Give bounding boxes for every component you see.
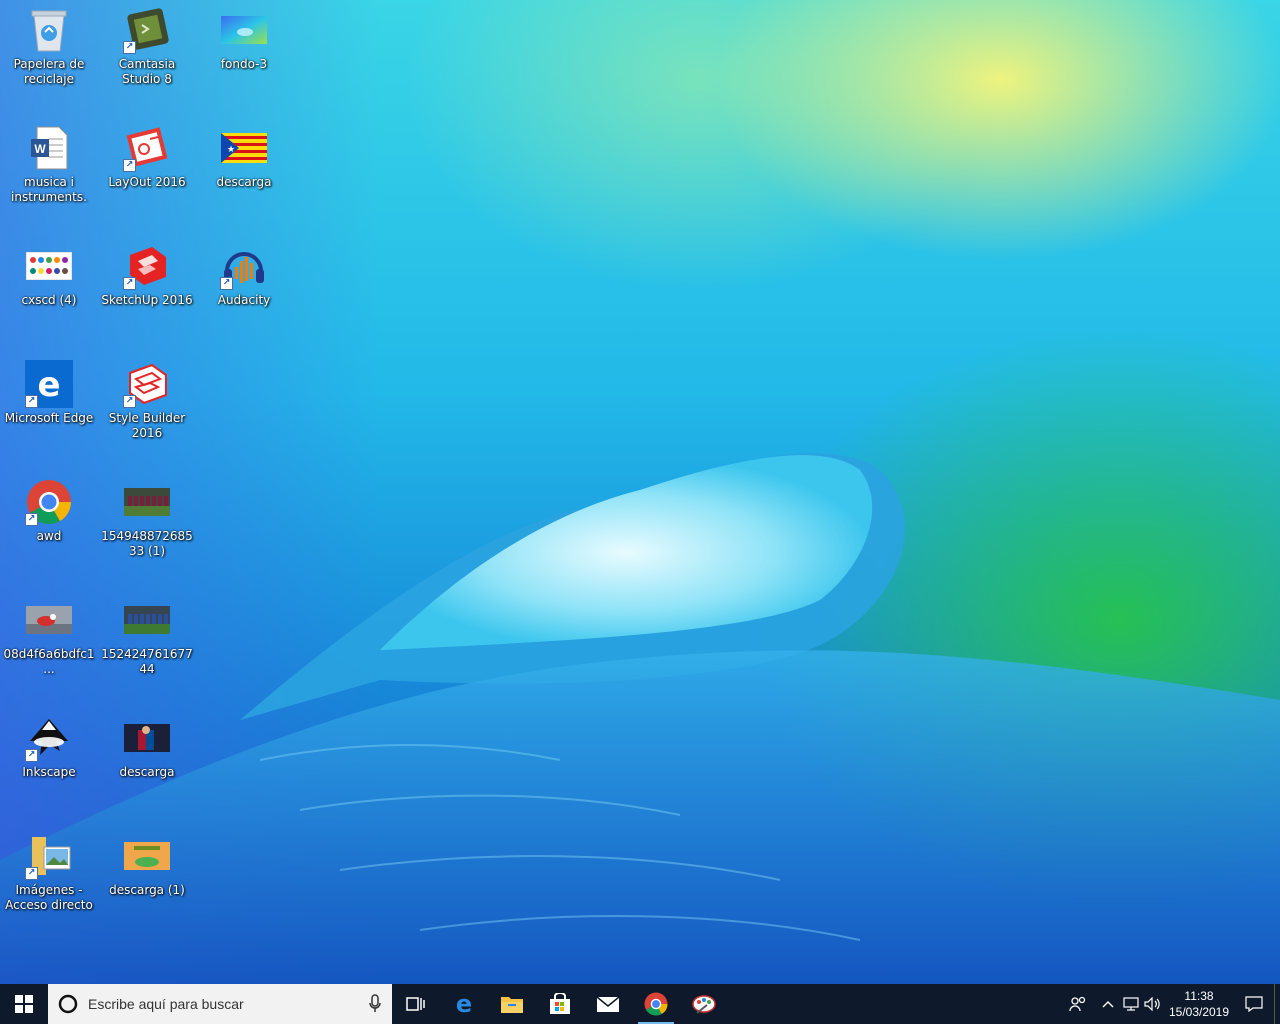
- desktop-icon-label: awd: [36, 529, 62, 543]
- edge-icon: e: [456, 992, 472, 1016]
- desktop-icon-label: musica i instruments.: [11, 175, 87, 204]
- file-explorer-icon: [501, 997, 523, 1013]
- clock-date: 15/03/2019: [1168, 1005, 1230, 1019]
- people-icon: [1069, 996, 1086, 1012]
- desktop-icon-word-document[interactable]: W musica i instruments.: [1, 118, 97, 205]
- show-desktop-button[interactable]: [1274, 984, 1280, 1024]
- people-button[interactable]: [1060, 984, 1096, 1024]
- desktop-icon-descarga-photo[interactable]: descarga: [99, 708, 195, 780]
- clock-time: 11:38: [1184, 989, 1214, 1003]
- desktop-icon-label: 15494887268533 (1): [101, 529, 193, 558]
- desktop-icon-imagenes-shortcut[interactable]: ↗ Imágenes - Acceso directo: [1, 826, 97, 913]
- flag-image-icon: ★: [221, 133, 267, 163]
- desktop-icon-label: LayOut 2016: [108, 175, 186, 189]
- shortcut-arrow-icon: ↗: [220, 277, 233, 290]
- taskbar-edge[interactable]: e: [440, 984, 488, 1024]
- taskbar-file-explorer[interactable]: [488, 984, 536, 1024]
- photo-thumbnail-icon: [124, 724, 170, 752]
- desktop-icon-sketchup-2016[interactable]: ↗ SketchUp 2016: [99, 236, 195, 308]
- recycle-bin-icon: [31, 10, 67, 52]
- svg-text:W: W: [34, 142, 46, 156]
- task-view-icon: [406, 997, 425, 1011]
- desktop-icon-15242476167744[interactable]: 15242476167744: [99, 590, 195, 677]
- svg-text:e: e: [456, 992, 472, 1016]
- desktop-icon-15494887268533[interactable]: 15494887268533 (1): [99, 472, 195, 559]
- desktop-icon-label: fondo-3: [220, 57, 268, 71]
- show-hidden-icons-button[interactable]: [1096, 984, 1120, 1024]
- photo-thumbnail-icon: [124, 606, 170, 634]
- microphone-icon[interactable]: [368, 994, 382, 1014]
- desktop-icon-fondo-3[interactable]: fondo-3: [196, 0, 292, 72]
- mail-icon: [596, 996, 620, 1012]
- shortcut-arrow-icon: ↗: [123, 41, 136, 54]
- svg-text:★: ★: [227, 145, 235, 155]
- desktop-icon-label: 08d4f6a6bdfc1...: [3, 647, 95, 676]
- shortcut-arrow-icon: ↗: [25, 749, 38, 762]
- desktop-icon-layout-2016[interactable]: ↗ LayOut 2016: [99, 118, 195, 190]
- desktop-icon-label: descarga (1): [109, 883, 185, 897]
- windows-logo-icon: [15, 995, 33, 1013]
- taskbar: Escribe aquí para buscar e 11:38 15/03/2…: [0, 984, 1280, 1024]
- taskbar-paint[interactable]: [680, 984, 728, 1024]
- desktop-icon-label: Inkscape: [22, 765, 76, 779]
- photo-thumbnail-icon: [26, 606, 72, 634]
- clock[interactable]: 11:38 15/03/2019: [1164, 988, 1234, 1020]
- word-document-icon: W: [31, 126, 68, 170]
- desktop-icon-label: descarga: [119, 765, 175, 779]
- desktop-icon-inkscape[interactable]: ↗ Inkscape: [1, 708, 97, 780]
- network-icon: [1123, 997, 1139, 1011]
- desktop-icon-style-builder-2016[interactable]: ↗ Style Builder 2016: [99, 354, 195, 441]
- desktop-icon-cxscd[interactable]: cxscd (4): [1, 236, 97, 308]
- desktop-icon-audacity[interactable]: ↗ Audacity: [196, 236, 292, 308]
- chrome-icon: [644, 992, 668, 1016]
- taskbar-mail[interactable]: [584, 984, 632, 1024]
- search-box[interactable]: Escribe aquí para buscar: [48, 984, 392, 1024]
- desktop-icon-label: Style Builder 2016: [108, 411, 186, 440]
- shortcut-arrow-icon: ↗: [123, 395, 136, 408]
- svg-text:e: e: [37, 365, 60, 405]
- desktop-icon-label: Imágenes - Acceso directo: [5, 883, 93, 912]
- action-center-button[interactable]: [1234, 984, 1274, 1024]
- desktop-icon-label: 15242476167744: [101, 647, 193, 676]
- photo-thumbnail-icon: [124, 488, 170, 516]
- photo-thumbnail-icon: [124, 842, 170, 870]
- speaker-icon: [1144, 997, 1160, 1011]
- start-button[interactable]: [0, 984, 48, 1024]
- desktop-icon-descarga-flag[interactable]: ★ descarga: [196, 118, 292, 190]
- volume-button[interactable]: [1142, 984, 1164, 1024]
- store-icon: [550, 993, 570, 1014]
- desktop-icon-label: Microsoft Edge: [4, 411, 94, 425]
- task-view-button[interactable]: [392, 984, 440, 1024]
- image-thumbnail-icon: [221, 16, 267, 44]
- desktop-icon-recycle-bin[interactable]: Papelera de reciclaje: [1, 0, 97, 87]
- image-thumbnail-icon: [26, 252, 72, 280]
- search-placeholder: Escribe aquí para buscar: [88, 996, 244, 1012]
- taskbar-store[interactable]: [536, 984, 584, 1024]
- paint-icon: [692, 995, 716, 1014]
- desktop-icon-descarga-1[interactable]: descarga (1): [99, 826, 195, 898]
- desktop-icon-microsoft-edge[interactable]: e ↗ Microsoft Edge: [1, 354, 97, 426]
- shortcut-arrow-icon: ↗: [25, 513, 38, 526]
- desktop-icon-label: Papelera de reciclaje: [13, 57, 85, 86]
- shortcut-arrow-icon: ↗: [25, 395, 38, 408]
- shortcut-arrow-icon: ↗: [25, 867, 38, 880]
- cortana-icon: [58, 994, 78, 1014]
- desktop-icon-label: SketchUp 2016: [101, 293, 193, 307]
- network-button[interactable]: [1120, 984, 1142, 1024]
- desktop-icon-label: Audacity: [217, 293, 271, 307]
- desktop-icon-camtasia[interactable]: ↗ Camtasia Studio 8: [99, 0, 195, 87]
- chevron-up-icon: [1102, 1001, 1114, 1008]
- shortcut-arrow-icon: ↗: [123, 277, 136, 290]
- desktop-icon-awd[interactable]: ↗ awd: [1, 472, 97, 544]
- system-tray: 11:38 15/03/2019: [1060, 984, 1280, 1024]
- shortcut-arrow-icon: ↗: [123, 159, 136, 172]
- desktop-icon-label: cxscd (4): [21, 293, 77, 307]
- desktop-icon-label: Camtasia Studio 8: [118, 57, 176, 86]
- desktop-icon-label: descarga: [216, 175, 272, 189]
- notification-icon: [1245, 996, 1263, 1012]
- taskbar-chrome[interactable]: [632, 984, 680, 1024]
- desktop-icon-08d4f6a6bdfc1[interactable]: 08d4f6a6bdfc1...: [1, 590, 97, 677]
